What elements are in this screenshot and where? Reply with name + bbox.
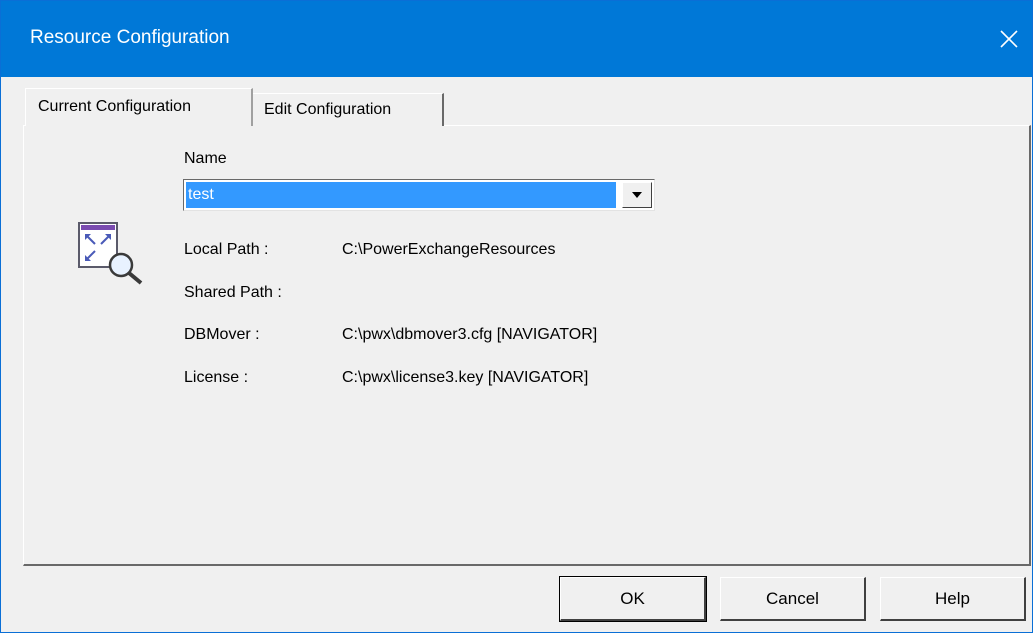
local-path-label: Local Path : [184,241,269,258]
window-title: Resource Configuration [30,27,230,48]
ok-button[interactable]: OK [559,576,707,622]
license-value: C:\pwx\license3.key [NAVIGATOR] [342,369,589,386]
title-bar[interactable]: Resource Configuration [1,1,1032,77]
resource-search-icon [78,222,143,285]
shared-path-label: Shared Path : [184,284,282,301]
local-path-value: C:\PowerExchangeResources [342,241,556,258]
license-label: License : [184,369,249,386]
help-button[interactable]: Help [880,577,1026,621]
name-combobox[interactable]: test [183,179,655,211]
tab-edit-configuration[interactable]: Edit Configuration [253,93,444,126]
resource-configuration-dialog: Resource Configuration Current Configura… [0,0,1033,633]
close-icon [1000,30,1018,48]
dbmover-value: C:\pwx\dbmover3.cfg [NAVIGATOR] [342,326,598,343]
name-combobox-value[interactable]: test [186,182,616,208]
cancel-button[interactable]: Cancel [720,577,866,621]
combobox-dropdown-button[interactable] [622,182,652,208]
tab-current-configuration[interactable]: Current Configuration [25,88,253,126]
dbmover-label: DBMover : [184,326,260,343]
name-label: Name [184,150,227,167]
chevron-down-icon [632,192,642,198]
close-button[interactable] [986,11,1032,67]
